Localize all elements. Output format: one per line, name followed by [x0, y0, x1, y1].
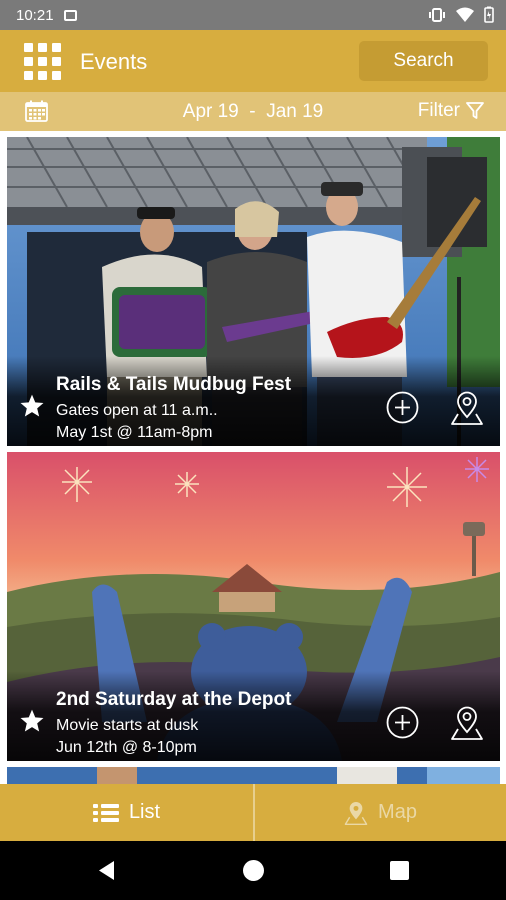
filter-button[interactable]: Filter — [418, 100, 484, 122]
search-button[interactable]: Search — [359, 41, 488, 81]
event-datetime: May 1st @ 11am-8pm — [56, 424, 213, 441]
event-card[interactable]: 2nd Saturday at the Depot Movie starts a… — [7, 452, 500, 761]
tab-list[interactable]: List — [0, 784, 253, 841]
tab-map[interactable]: Map — [253, 784, 506, 841]
status-time: 10:21 — [16, 6, 54, 24]
app-bar: Events Search — [0, 30, 506, 92]
map-pin-icon[interactable] — [450, 705, 484, 741]
tab-list-label: List — [128, 801, 161, 823]
favorite-star-icon[interactable] — [19, 393, 45, 419]
page-title: Events — [80, 49, 148, 74]
status-icons — [428, 6, 494, 23]
event-card[interactable]: Rails & Tails Mudbug Fest Gates open at … — [7, 137, 500, 446]
home-icon[interactable] — [243, 860, 264, 881]
map-pin-icon[interactable] — [450, 390, 484, 426]
tab-map-label: Map — [378, 801, 417, 823]
status-bar: 10:21 — [0, 0, 506, 30]
recent-apps-icon[interactable] — [390, 861, 409, 880]
filter-funnel-icon — [466, 102, 484, 119]
system-navigation-bar — [0, 841, 506, 900]
bottom-tab-bar: List Map — [0, 784, 506, 841]
image-notification-icon — [63, 9, 77, 21]
grid-menu-icon[interactable] — [24, 43, 61, 80]
map-pin-icon — [344, 801, 368, 825]
battery-icon — [484, 6, 494, 23]
event-title: 2nd Saturday at the Depot — [56, 689, 292, 710]
wifi-icon — [456, 7, 474, 22]
vibrate-icon — [429, 7, 445, 22]
event-subtitle: Gates open at 11 a.m.. — [56, 402, 218, 419]
date-range-bar: Apr 19 - Jan 19 Filter — [0, 92, 506, 131]
filter-label: Filter — [417, 100, 460, 121]
add-to-calendar-icon[interactable] — [386, 706, 419, 739]
back-icon[interactable] — [97, 860, 115, 881]
list-icon — [92, 803, 119, 822]
event-subtitle: Movie starts at dusk — [56, 717, 199, 734]
event-datetime: Jun 12th @ 8-10pm — [56, 739, 197, 756]
add-to-calendar-icon[interactable] — [386, 391, 419, 424]
event-title: Rails & Tails Mudbug Fest — [56, 374, 292, 395]
favorite-star-icon[interactable] — [19, 708, 45, 734]
